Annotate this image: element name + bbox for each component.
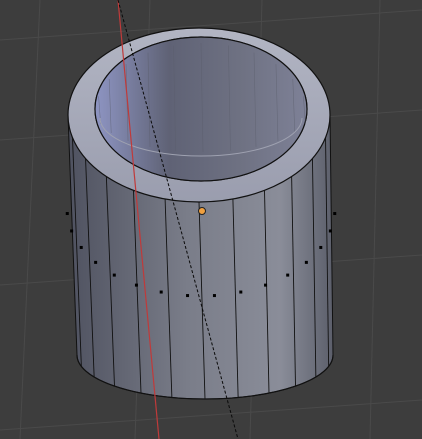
vertex[interactable] [286,273,290,277]
grid-line [19,0,41,439]
3d-scene[interactable] [0,0,422,439]
vertex[interactable] [319,245,323,249]
object-origin-point[interactable] [198,207,206,215]
vertex[interactable] [264,283,268,287]
vertex[interactable] [186,294,190,298]
vertex[interactable] [79,245,83,249]
vertex[interactable] [94,260,98,264]
grid-line [0,399,422,431]
vertex[interactable] [212,294,216,298]
vertex[interactable] [134,283,138,287]
vertex[interactable] [65,212,69,216]
vertex[interactable] [159,290,163,294]
vertex[interactable] [328,229,332,233]
vertex[interactable] [112,273,116,277]
vertex[interactable] [70,229,74,233]
vertex[interactable] [333,212,337,216]
vertex[interactable] [239,290,243,294]
grid-line [369,0,381,439]
vertex[interactable] [304,260,308,264]
3d-viewport[interactable] [0,0,422,439]
